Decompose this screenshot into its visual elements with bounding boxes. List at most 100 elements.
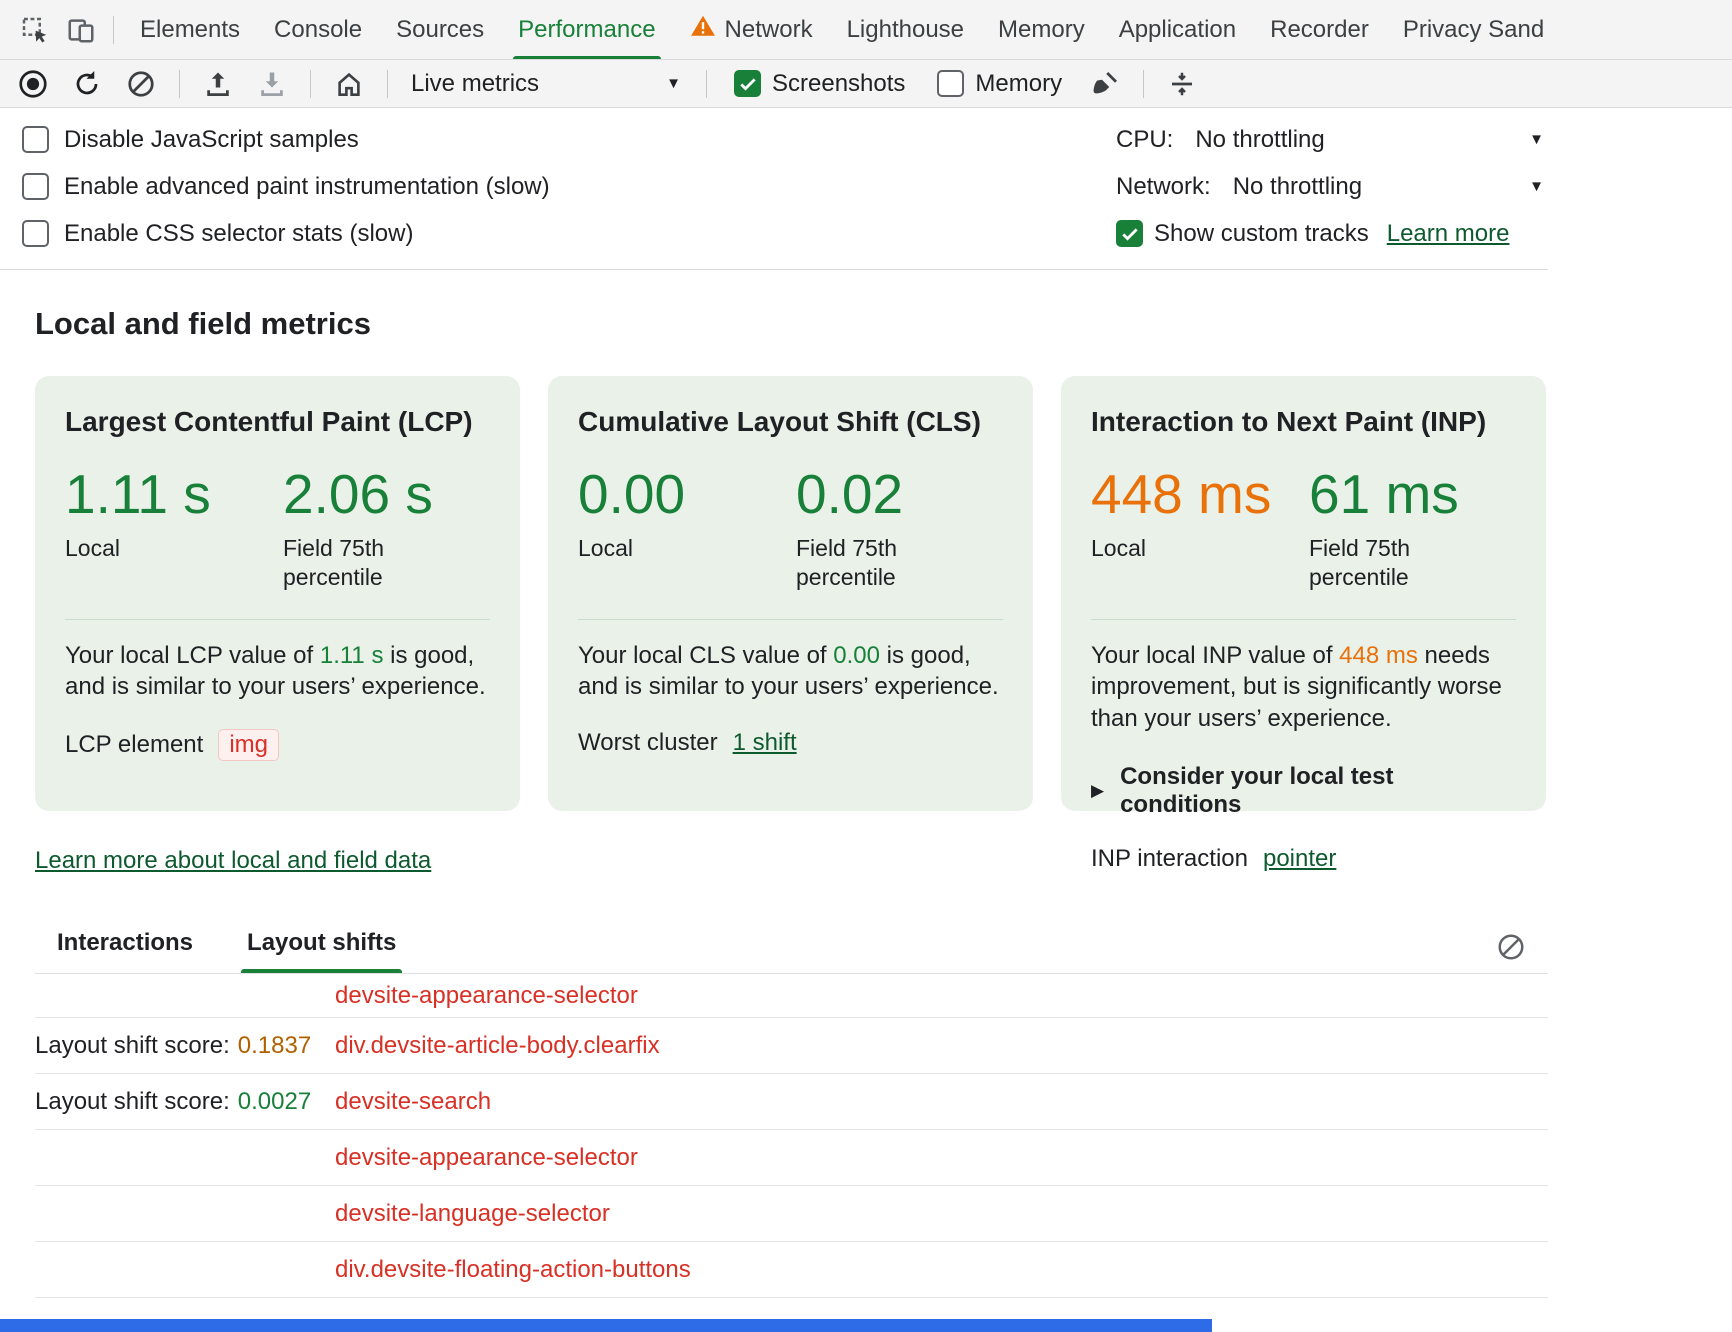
home-icon[interactable] — [324, 62, 374, 106]
devtools-tabbar: Elements Console Sources Performance Net… — [0, 0, 1732, 60]
inp-card-title: Interaction to Next Paint (INP) — [1091, 406, 1516, 438]
tab-interactions[interactable]: Interactions — [51, 921, 199, 973]
layout-shift-row: div.devsite-floating-action-buttons — [35, 1242, 1548, 1298]
cls-field-label: Field 75th percentile — [796, 534, 966, 593]
settings-left-column: Disable JavaScript samples Enable advanc… — [22, 116, 1116, 257]
network-label: Network: — [1116, 173, 1211, 201]
worst-cluster-label: Worst cluster — [578, 729, 718, 757]
live-metrics-log: Interactions Layout shifts devsite-appea… — [35, 921, 1548, 1298]
divider — [578, 619, 1003, 620]
tab-privacy-sandbox[interactable]: Privacy Sand — [1386, 0, 1561, 60]
advanced-paint-instrumentation-checkbox[interactable]: Enable advanced paint instrumentation (s… — [22, 163, 1116, 210]
log-tabs: Interactions Layout shifts — [35, 921, 1548, 974]
clear-recording-button[interactable] — [116, 62, 166, 106]
screenshots-checkbox[interactable]: Screenshots — [734, 70, 905, 98]
tab-recorder[interactable]: Recorder — [1253, 0, 1386, 60]
settings-right-column: CPU: No throttling ▼ Network: No throttl… — [1116, 116, 1548, 257]
shift-score-value: 0.1837 — [238, 1032, 311, 1059]
load-profile-icon[interactable] — [193, 62, 243, 106]
tab-performance[interactable]: Performance — [501, 0, 672, 60]
node-link[interactable]: devsite-appearance-selector — [335, 1144, 638, 1172]
cls-values: 0.00 Local 0.02 Field 75th percentile — [578, 466, 1003, 593]
custom-tracks-learn-more-link[interactable]: Learn more — [1387, 220, 1510, 248]
inp-local-value: 448 ms — [1091, 466, 1309, 524]
cpu-throttling-row: CPU: No throttling ▼ — [1116, 116, 1548, 163]
tab-sources[interactable]: Sources — [379, 0, 501, 60]
dropdown-caret-icon: ▼ — [1529, 131, 1544, 148]
record-button[interactable] — [8, 62, 58, 106]
node-link[interactable]: devsite-appearance-selector — [335, 982, 638, 1010]
warning-icon — [690, 13, 716, 46]
css-selector-stats-checkbox[interactable]: Enable CSS selector stats (slow) — [22, 210, 1116, 257]
checkbox-unchecked-icon — [22, 126, 49, 153]
checkbox-checked-icon — [1116, 220, 1143, 247]
tab-network[interactable]: Network — [673, 0, 830, 60]
inp-description: Your local INP value of 448 ms needs imp… — [1091, 640, 1516, 735]
layout-shift-row: Layout shift score:0.0027 devsite-search — [35, 1074, 1548, 1130]
expand-triangle-icon: ▶ — [1091, 781, 1104, 801]
inp-field-value: 61 ms — [1309, 466, 1479, 524]
shift-score-value: 0.0027 — [238, 1088, 311, 1115]
show-custom-tracks-row: Show custom tracks Learn more — [1116, 210, 1548, 257]
divider — [387, 70, 388, 98]
local-test-conditions-expander[interactable]: ▶ Consider your local test conditions — [1091, 763, 1516, 819]
node-link[interactable]: div.devsite-floating-action-buttons — [335, 1256, 691, 1284]
live-metrics-view: Local and field metrics Largest Contentf… — [0, 270, 1548, 1298]
divider — [65, 619, 490, 620]
worst-cluster-link[interactable]: 1 shift — [733, 729, 797, 757]
layout-shift-row: devsite-appearance-selector — [35, 1130, 1548, 1186]
local-field-data-learn-more-link[interactable]: Learn more about local and field data — [35, 847, 431, 875]
tab-elements[interactable]: Elements — [123, 0, 257, 60]
show-custom-tracks-checkbox[interactable]: Show custom tracks — [1116, 220, 1369, 248]
inp-local-label: Local — [1091, 534, 1309, 563]
disable-js-samples-checkbox[interactable]: Disable JavaScript samples — [22, 116, 1116, 163]
divider — [706, 70, 707, 98]
metric-cards: Largest Contentful Paint (LCP) 1.11 s Lo… — [35, 376, 1548, 811]
dropdown-caret-icon: ▼ — [1529, 178, 1544, 195]
network-throttling-select[interactable]: No throttling ▼ — [1229, 167, 1548, 207]
divider — [310, 70, 311, 98]
lcp-field-label: Field 75th percentile — [283, 534, 453, 593]
node-link[interactable]: devsite-search — [335, 1088, 491, 1116]
device-toolbar-icon[interactable] — [58, 7, 104, 53]
garbage-collect-broom-icon[interactable] — [1080, 62, 1130, 106]
lcp-element-node-link[interactable]: img — [218, 729, 279, 761]
capture-settings-pane: Disable JavaScript samples Enable advanc… — [0, 108, 1548, 270]
save-profile-icon[interactable] — [247, 62, 297, 106]
cls-local-label: Local — [578, 534, 796, 563]
live-metrics-select[interactable]: Live metrics ▼ — [401, 64, 693, 104]
cls-card-title: Cumulative Layout Shift (CLS) — [578, 406, 1003, 438]
layout-shift-row: Layout shift score:0.1837 div.devsite-ar… — [35, 1018, 1548, 1074]
inp-field-label: Field 75th percentile — [1309, 534, 1479, 593]
reload-and-record-button[interactable] — [62, 62, 112, 106]
divider — [113, 16, 114, 44]
lcp-values: 1.11 s Local 2.06 s Field 75th percentil… — [65, 466, 490, 593]
lcp-description: Your local LCP value of 1.11 s is good, … — [65, 640, 490, 703]
performance-toolbar: Live metrics ▼ Screenshots Memory — [0, 60, 1732, 108]
lcp-local-value: 1.11 s — [65, 466, 283, 524]
cpu-throttling-select[interactable]: No throttling ▼ — [1191, 120, 1548, 160]
tab-console[interactable]: Console — [257, 0, 379, 60]
checkbox-checked-icon — [734, 70, 761, 97]
cls-local-value: 0.00 — [578, 466, 796, 524]
node-link[interactable]: devsite-language-selector — [335, 1200, 610, 1228]
cls-card: Cumulative Layout Shift (CLS) 0.00 Local… — [548, 376, 1033, 811]
inspect-element-icon[interactable] — [12, 7, 58, 53]
tab-application[interactable]: Application — [1102, 0, 1253, 60]
memory-checkbox[interactable]: Memory — [937, 70, 1062, 98]
inp-interaction-row: INP interaction pointer — [1091, 845, 1516, 873]
lcp-local-label: Local — [65, 534, 283, 563]
tab-layout-shifts[interactable]: Layout shifts — [241, 921, 402, 973]
inp-interaction-link[interactable]: pointer — [1263, 845, 1336, 873]
lcp-card: Largest Contentful Paint (LCP) 1.11 s Lo… — [35, 376, 520, 811]
lcp-field-value: 2.06 s — [283, 466, 453, 524]
lcp-element-label: LCP element — [65, 731, 203, 759]
dropdown-caret-icon: ▼ — [666, 75, 681, 92]
tab-lighthouse[interactable]: Lighthouse — [830, 0, 981, 60]
layout-shift-row: devsite-language-selector — [35, 1186, 1548, 1242]
node-link[interactable]: div.devsite-article-body.clearfix — [335, 1032, 660, 1060]
inp-card: Interaction to Next Paint (INP) 448 ms L… — [1061, 376, 1546, 811]
clear-log-button[interactable] — [1488, 924, 1534, 970]
tab-memory[interactable]: Memory — [981, 0, 1102, 60]
collapse-icon[interactable] — [1157, 62, 1207, 106]
